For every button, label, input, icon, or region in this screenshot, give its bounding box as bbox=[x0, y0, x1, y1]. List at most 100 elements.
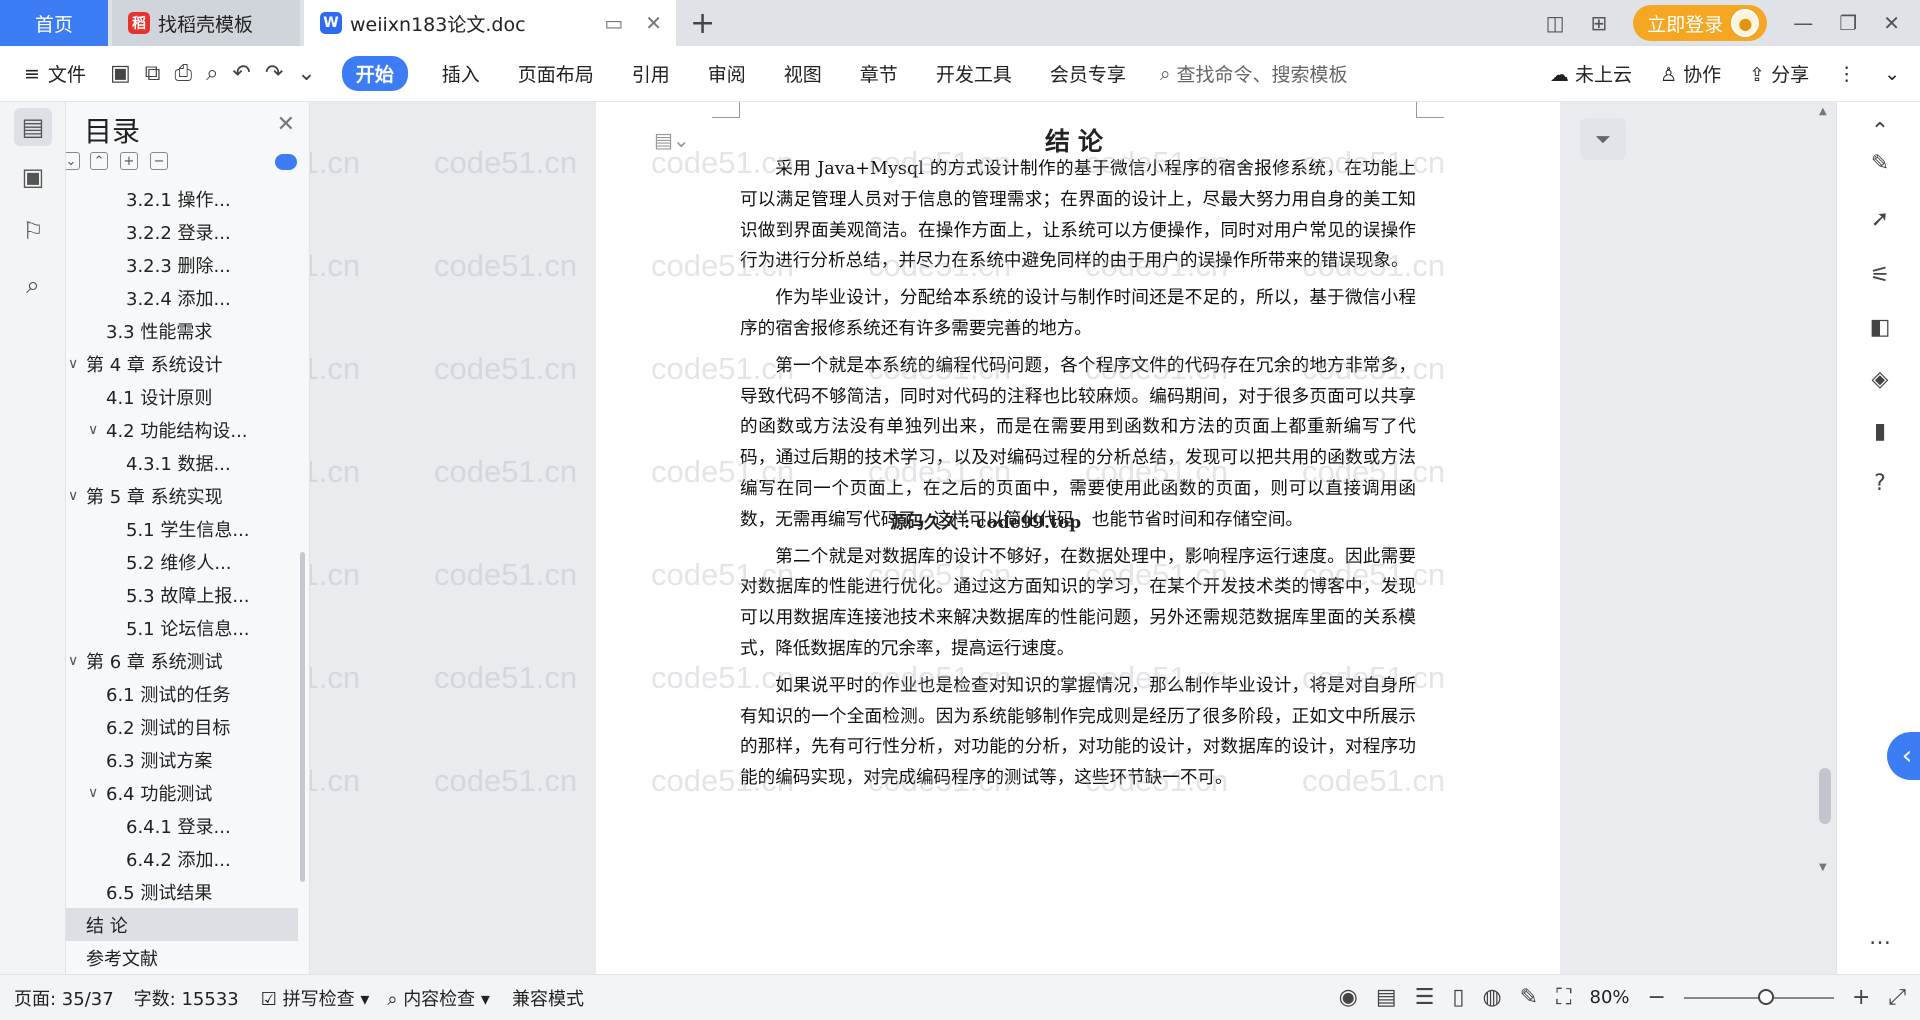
toc-item[interactable]: 结 论 bbox=[66, 908, 298, 941]
fullscreen-icon[interactable]: ⤢ bbox=[1888, 985, 1906, 1010]
tab-home-ribbon[interactable]: 开始 bbox=[341, 56, 408, 91]
zoom-slider[interactable] bbox=[1683, 988, 1834, 1005]
tab-developer[interactable]: 开发工具 bbox=[936, 60, 1012, 87]
web-view-icon[interactable]: ◍ bbox=[1482, 985, 1501, 1010]
eye-protect-icon[interactable]: ◉ bbox=[1339, 985, 1358, 1010]
redo-icon[interactable]: ↷ bbox=[265, 61, 283, 86]
collapse-all-icon[interactable]: ⌄ bbox=[66, 152, 80, 170]
page-view-icon[interactable]: ▤ bbox=[1376, 985, 1397, 1010]
command-search[interactable]: ⌕ 查找命令、搜索模板 bbox=[1160, 60, 1348, 87]
expand-up-icon[interactable]: ⌃ bbox=[90, 152, 108, 170]
edit-icon[interactable]: ✎ bbox=[1520, 985, 1538, 1010]
tab-home[interactable]: 首页 bbox=[0, 0, 108, 46]
reader-icon[interactable]: ▮ bbox=[1865, 416, 1895, 446]
toc-item[interactable]: 3.3 性能需求 bbox=[66, 314, 298, 347]
tab-view[interactable]: 视图 bbox=[784, 60, 822, 87]
toc-panel-icon[interactable]: ▤ bbox=[14, 108, 52, 146]
toc-item[interactable]: ∨ 第 6 章 系统测试 bbox=[66, 644, 298, 677]
chevron-down-icon[interactable]: ∨ bbox=[88, 422, 106, 438]
scroll-down-icon[interactable]: ▼ bbox=[1819, 862, 1827, 873]
preview-icon[interactable]: ⌕ bbox=[206, 61, 218, 86]
close-icon[interactable]: ✕ bbox=[277, 112, 295, 137]
toc-item[interactable]: 3.2.4 添加... bbox=[66, 281, 298, 314]
fit-page-icon[interactable]: ⛶ bbox=[1556, 985, 1571, 1010]
toc-scrollbar[interactable] bbox=[300, 552, 305, 882]
word-count[interactable]: 字数: 15533 bbox=[134, 985, 239, 1011]
outline-icon[interactable]: ▣ bbox=[14, 158, 52, 196]
tab-chapter[interactable]: 章节 bbox=[860, 60, 898, 87]
apps-grid-icon[interactable]: ⊞ bbox=[1591, 11, 1608, 35]
toc-item[interactable]: 5.2 维修人... bbox=[66, 545, 298, 578]
remove-heading-icon[interactable]: − bbox=[150, 152, 168, 170]
document-page[interactable]: ▤⌄ 结论 采用 Java+Mysql 的方式设计制作的基于微信小程序的宿舍报修… bbox=[596, 102, 1560, 974]
close-window-icon[interactable]: ✕ bbox=[1883, 11, 1900, 35]
search-panel-icon[interactable]: ⌕ bbox=[14, 266, 52, 304]
expand-panel-icon[interactable]: ‹ bbox=[1887, 732, 1920, 780]
toc-item[interactable]: 6.1 测试的任务 bbox=[66, 677, 298, 710]
resource-icon[interactable]: ◧ bbox=[1865, 312, 1895, 342]
settings-sliders-icon[interactable]: ⚟ bbox=[1865, 260, 1895, 290]
toc-item[interactable]: 6.4.1 登录... bbox=[66, 809, 298, 842]
spell-check[interactable]: ☑ 拼写检查 ▾ bbox=[261, 985, 370, 1011]
layout-icon[interactable]: ◫ bbox=[1546, 11, 1565, 35]
toc-item[interactable]: 6.3 测试方案 bbox=[66, 743, 298, 776]
outline-view-icon[interactable]: ☰ bbox=[1415, 985, 1435, 1010]
zoom-level[interactable]: 80% bbox=[1590, 987, 1630, 1008]
toc-item[interactable]: ∨ 第 4 章 系统设计 bbox=[66, 347, 298, 380]
help-icon[interactable]: ? bbox=[1865, 468, 1895, 498]
chevron-down-icon[interactable]: ∨ bbox=[68, 488, 86, 504]
file-menu[interactable]: 文件 bbox=[48, 60, 86, 87]
new-tab-button[interactable]: + bbox=[690, 6, 715, 41]
add-heading-icon[interactable]: + bbox=[120, 152, 138, 170]
share-button[interactable]: ⇪ 分享 bbox=[1749, 60, 1809, 87]
toc-item[interactable]: 5.3 故障上报... bbox=[66, 578, 298, 611]
toc-sync-icon[interactable] bbox=[275, 154, 297, 170]
screen-icon[interactable]: ▭ bbox=[604, 11, 623, 35]
toc-item[interactable]: 6.2 测试的目标 bbox=[66, 710, 298, 743]
toc-item[interactable]: 参考文献 bbox=[66, 941, 298, 974]
scroll-thumb[interactable] bbox=[1819, 768, 1831, 824]
page-nav-icon[interactable]: ⏷ bbox=[1580, 118, 1626, 160]
vertical-scrollbar[interactable]: ▲ ▼ bbox=[1814, 102, 1836, 974]
cloud-status[interactable]: ☁ 未上云 bbox=[1550, 60, 1632, 87]
save-icon[interactable]: ▣ bbox=[110, 61, 131, 86]
menu-icon[interactable]: ≡ bbox=[24, 63, 40, 85]
toc-item[interactable]: 6.4.2 添加... bbox=[66, 842, 298, 875]
chevron-down-icon[interactable]: ∨ bbox=[68, 356, 86, 372]
toc-item[interactable]: 5.1 学生信息... bbox=[66, 512, 298, 545]
more-dropdown-icon[interactable]: ⌄ bbox=[297, 61, 315, 86]
document-body[interactable]: 采用 Java+Mysql 的方式设计制作的基于微信小程序的宿舍报修系统，在功能… bbox=[740, 154, 1416, 800]
chevron-down-icon[interactable]: ∨ bbox=[68, 653, 86, 669]
print-icon[interactable]: ⎙ bbox=[174, 61, 192, 86]
more-icon[interactable]: ⋮ bbox=[1837, 63, 1856, 85]
close-tab-icon[interactable]: ✕ bbox=[645, 11, 662, 35]
zoom-out-icon[interactable]: − bbox=[1648, 985, 1666, 1010]
bookmark-icon[interactable]: ⚐ bbox=[14, 212, 52, 250]
zoom-in-icon[interactable]: + bbox=[1852, 985, 1870, 1010]
content-check[interactable]: ⌕ 内容检查 ▾ bbox=[387, 985, 490, 1011]
cursor-icon[interactable]: ➚ bbox=[1865, 204, 1895, 234]
tab-references[interactable]: 引用 bbox=[632, 60, 670, 87]
pen-icon[interactable]: ✎ bbox=[1865, 148, 1895, 178]
restore-icon[interactable]: ❐ bbox=[1839, 11, 1857, 35]
toc-item[interactable]: 6.5 测试结果 bbox=[66, 875, 298, 908]
page-count[interactable]: 页面: 35/37 bbox=[14, 985, 114, 1011]
zoom-slider-knob[interactable] bbox=[1757, 988, 1774, 1005]
collapse-ribbon-icon[interactable]: ⌄ bbox=[1884, 63, 1900, 85]
tab-template[interactable]: 稻 找稻壳模板 bbox=[112, 0, 300, 46]
toc-item[interactable]: 4.3.1 数据... bbox=[66, 446, 298, 479]
tab-document[interactable]: W weiixn183论文.doc ▭ ✕ bbox=[304, 0, 676, 46]
login-button[interactable]: 立即登录 ● bbox=[1633, 5, 1768, 41]
chevron-down-icon[interactable]: ∨ bbox=[88, 785, 106, 801]
toc-item[interactable]: 3.2.2 登录... bbox=[66, 215, 298, 248]
collapse-panel-icon[interactable]: ⌃ bbox=[1865, 116, 1895, 146]
export-icon[interactable]: ⧉ bbox=[145, 61, 161, 86]
tab-layout[interactable]: 页面布局 bbox=[518, 60, 594, 87]
undo-icon[interactable]: ↶ bbox=[232, 61, 250, 86]
minimize-icon[interactable]: — bbox=[1793, 11, 1813, 35]
tab-member[interactable]: 会员专享 bbox=[1050, 60, 1126, 87]
collab-button[interactable]: ♙ 协作 bbox=[1660, 60, 1721, 87]
toc-item[interactable]: 5.1 论坛信息... bbox=[66, 611, 298, 644]
toc-item[interactable]: 4.1 设计原则 bbox=[66, 380, 298, 413]
toc-item[interactable]: ∨ 6.4 功能测试 bbox=[66, 776, 298, 809]
